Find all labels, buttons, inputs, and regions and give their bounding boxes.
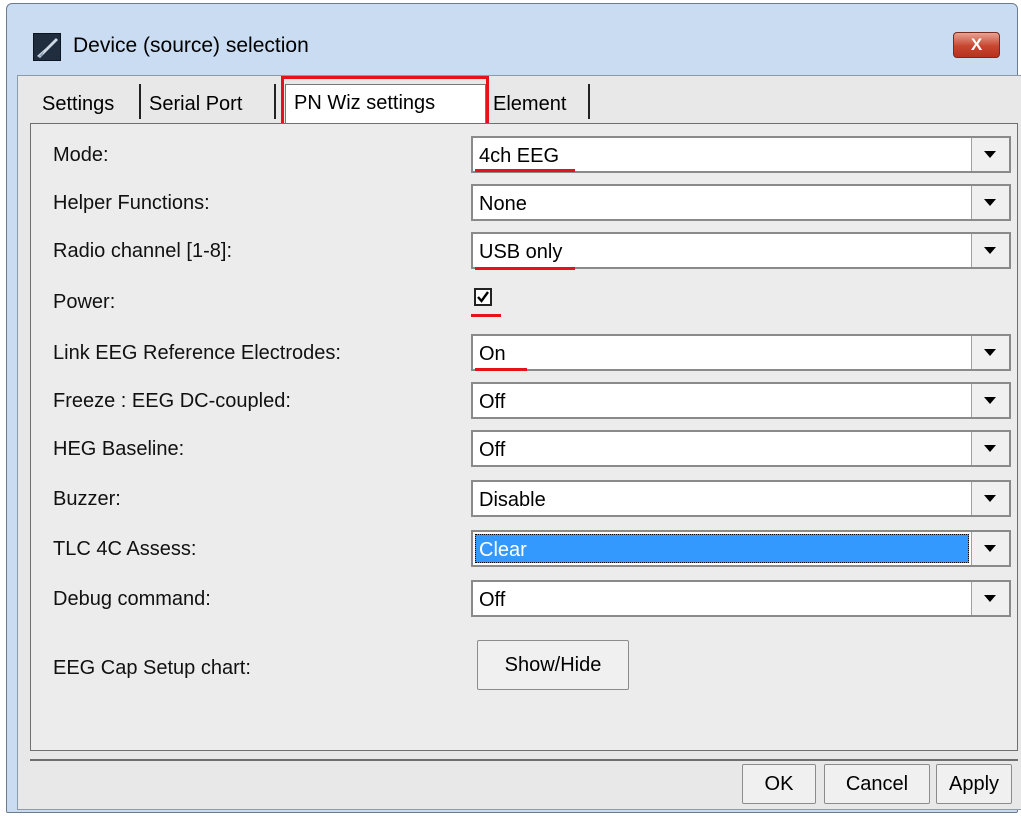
debug-command-value: Off xyxy=(479,589,506,611)
dropdown-arrow-icon[interactable] xyxy=(971,186,1009,219)
freeze-eeg-dc-select[interactable]: Off xyxy=(471,382,1011,419)
mode-label: Mode: xyxy=(53,144,109,166)
ok-button[interactable]: OK xyxy=(742,764,816,804)
annotation-underline xyxy=(475,169,575,172)
selection-highlight xyxy=(475,534,969,563)
device-selection-dialog: Device (source) selection X Settings Ser… xyxy=(6,3,1021,813)
mode-select[interactable]: 4ch EEG xyxy=(471,136,1011,173)
radio-channel-label: Radio channel [1-8]: xyxy=(53,240,233,262)
dropdown-arrow-icon[interactable] xyxy=(971,234,1009,267)
tab-divider xyxy=(274,84,276,119)
annotation-underline xyxy=(475,368,527,371)
power-label: Power: xyxy=(53,291,116,313)
mode-value: 4ch EEG xyxy=(479,145,560,167)
dropdown-arrow-icon[interactable] xyxy=(971,482,1009,515)
dropdown-arrow-icon[interactable] xyxy=(971,336,1009,369)
dialog-body: Settings Serial Port PN Wiz settings Ele… xyxy=(17,75,1021,810)
dropdown-arrow-icon[interactable] xyxy=(971,138,1009,171)
helper-functions-label: Helper Functions: xyxy=(53,192,210,214)
tab-divider xyxy=(588,84,590,119)
eeg-cap-setup-label: EEG Cap Setup chart: xyxy=(53,657,251,679)
heg-baseline-value: Off xyxy=(479,439,506,461)
tab-divider xyxy=(139,84,141,119)
dropdown-arrow-icon[interactable] xyxy=(971,432,1009,465)
dropdown-arrow-icon[interactable] xyxy=(971,582,1009,615)
tlc-4c-assess-label: TLC 4C Assess: xyxy=(53,538,197,560)
apply-button[interactable]: Apply xyxy=(936,764,1012,804)
power-checkbox[interactable] xyxy=(474,288,492,306)
dropdown-arrow-icon[interactable] xyxy=(971,384,1009,417)
cancel-button[interactable]: Cancel xyxy=(824,764,930,804)
freeze-eeg-dc-label: Freeze : EEG DC-coupled: xyxy=(53,390,291,412)
tab-settings[interactable]: Settings xyxy=(42,86,114,122)
freeze-eeg-dc-value: Off xyxy=(479,391,506,413)
dropdown-arrow-icon[interactable] xyxy=(971,532,1009,565)
tlc-4c-assess-select[interactable]: Clear xyxy=(471,530,1011,567)
annotation-underline xyxy=(471,314,501,317)
helper-functions-select[interactable]: None xyxy=(471,184,1011,221)
debug-command-label: Debug command: xyxy=(53,588,211,610)
show-hide-button[interactable]: Show/Hide xyxy=(477,640,629,690)
link-eeg-reference-value: On xyxy=(479,343,506,365)
settings-panel: Mode: 4ch EEG Helper Functions: None Rad… xyxy=(30,123,1018,751)
annotation-highlight-box xyxy=(281,76,489,126)
tab-element[interactable]: Element xyxy=(493,86,566,122)
debug-command-select[interactable]: Off xyxy=(471,580,1011,617)
heg-baseline-label: HEG Baseline: xyxy=(53,438,185,460)
annotation-underline xyxy=(475,267,575,270)
tab-serial-port[interactable]: Serial Port xyxy=(149,86,242,122)
heg-baseline-select[interactable]: Off xyxy=(471,430,1011,467)
radio-channel-value: USB only xyxy=(479,241,563,263)
footer-divider xyxy=(30,759,1018,761)
buzzer-select[interactable]: Disable xyxy=(471,480,1011,517)
title-bar[interactable]: Device (source) selection X xyxy=(7,4,1017,84)
tlc-4c-assess-value: Clear xyxy=(479,539,527,561)
helper-functions-value: None xyxy=(479,193,527,215)
link-eeg-reference-select[interactable]: On xyxy=(471,334,1011,371)
link-eeg-reference-label: Link EEG Reference Electrodes: xyxy=(53,342,341,364)
radio-channel-select[interactable]: USB only xyxy=(471,232,1011,269)
window-title: Device (source) selection xyxy=(73,34,309,57)
buzzer-value: Disable xyxy=(479,489,546,511)
buzzer-label: Buzzer: xyxy=(53,488,121,510)
close-button[interactable]: X xyxy=(953,32,1000,58)
app-logo-icon xyxy=(33,33,61,61)
